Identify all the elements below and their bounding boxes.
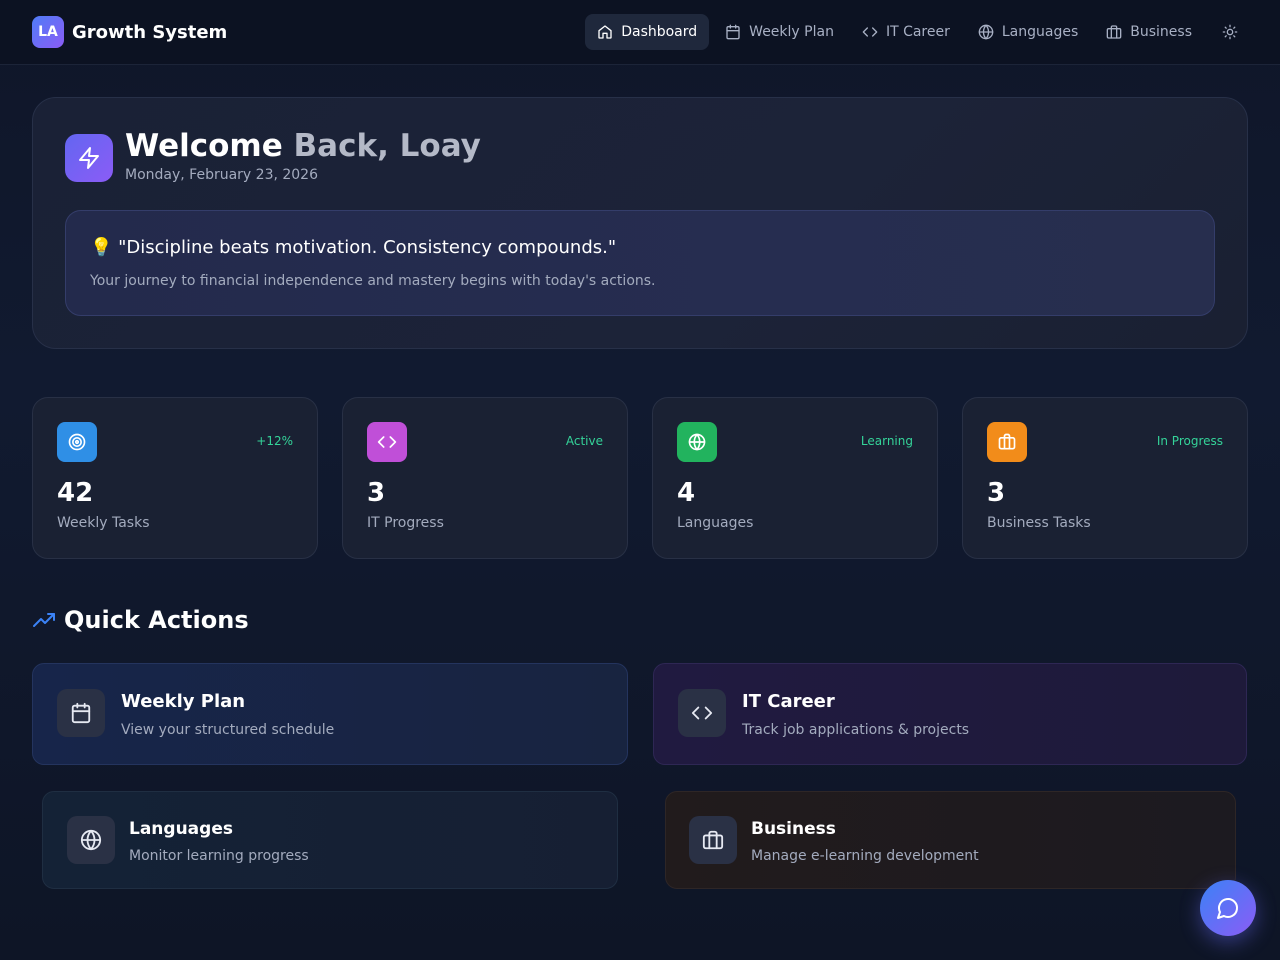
action-subtitle: Track job applications & projects: [742, 722, 970, 738]
chat-bubble-icon: [1217, 898, 1238, 919]
action-card-business[interactable]: Business Manage e-learning development: [665, 791, 1236, 889]
chat-button[interactable]: [1200, 880, 1256, 936]
stat-card-weekly-tasks[interactable]: +12% 42 Weekly Tasks: [32, 397, 318, 559]
quote-subtitle: Your journey to financial independence a…: [90, 273, 656, 289]
welcome-card: Welcome Back, Loay Monday, February 23, …: [32, 97, 1248, 349]
stat-card-business-tasks[interactable]: In Progress 3 Business Tasks: [962, 397, 1248, 559]
stat-card-it-progress[interactable]: Active 3 IT Progress: [342, 397, 628, 559]
nav-item-label: Dashboard: [621, 24, 698, 40]
theme-toggle-button[interactable]: [1212, 14, 1248, 50]
stat-badge: Learning: [860, 434, 913, 448]
quote-box: 💡 "Discipline beats motivation. Consiste…: [65, 210, 1215, 316]
nav-item-weekly-plan[interactable]: Weekly Plan: [713, 14, 846, 50]
action-icon-box: [67, 816, 115, 864]
hero-badge: [65, 134, 113, 182]
trending-up-icon: [33, 613, 55, 627]
lightning-icon: [79, 147, 99, 169]
stat-badge: Active: [565, 434, 603, 448]
page-title: Welcome Back, Loay: [125, 128, 481, 164]
action-title: IT Career: [742, 691, 835, 712]
home-icon: [598, 25, 612, 39]
globe-icon: [978, 24, 994, 40]
code-icon: [691, 706, 713, 720]
stat-label: Languages: [677, 515, 754, 531]
nav-item-dashboard[interactable]: Dashboard: [585, 14, 710, 50]
action-card-languages[interactable]: Languages Monitor learning progress: [42, 791, 618, 889]
title-user: Back, Loay: [293, 128, 481, 164]
brand[interactable]: LA Growth System: [32, 16, 227, 48]
action-icon-box: [689, 816, 737, 864]
action-title: Languages: [129, 819, 233, 839]
nav-items: Dashboard Weekly Plan IT Career Language…: [581, 14, 1248, 50]
action-title: Weekly Plan: [121, 691, 246, 712]
stat-card-languages[interactable]: Learning 4 Languages: [652, 397, 938, 559]
nav-item-languages[interactable]: Languages: [966, 14, 1090, 50]
target-icon: [68, 433, 86, 451]
nav-item-label: Business: [1130, 24, 1192, 40]
action-icon-box: [57, 689, 105, 737]
stat-icon-box: [57, 422, 97, 462]
action-title: Business: [751, 819, 836, 839]
briefcase-icon: [1106, 25, 1122, 39]
stat-value: 3: [367, 478, 386, 508]
action-card-weekly-plan[interactable]: Weekly Plan View your structured schedul…: [32, 663, 628, 765]
code-icon: [862, 27, 878, 37]
title-start: Welcome: [125, 128, 294, 164]
stat-icon-box: [677, 422, 717, 462]
nav-item-label: Languages: [1001, 24, 1079, 40]
stat-badge: +12%: [256, 434, 293, 448]
nav-item-label: Weekly Plan: [749, 24, 834, 40]
stat-label: Business Tasks: [987, 515, 1091, 531]
quick-actions-heading: Quick Actions: [32, 606, 249, 634]
globe-icon: [80, 829, 102, 851]
action-subtitle: Monitor learning progress: [129, 848, 309, 864]
stat-icon-box: [987, 422, 1027, 462]
stat-label: IT Progress: [367, 515, 444, 531]
stat-value: 42: [57, 478, 94, 508]
briefcase-icon: [998, 433, 1016, 450]
action-card-it-career[interactable]: IT Career Track job applications & proje…: [653, 663, 1247, 765]
section-title: Quick Actions: [64, 606, 249, 634]
calendar-icon: [71, 702, 91, 724]
action-subtitle: View your structured schedule: [121, 722, 335, 738]
current-date: Monday, February 23, 2026: [125, 167, 318, 183]
calendar-icon: [726, 24, 740, 40]
globe-icon: [688, 433, 706, 451]
brand-name: Growth System: [72, 21, 228, 43]
stat-value: 4: [677, 478, 696, 508]
stat-label: Weekly Tasks: [57, 515, 150, 531]
stat-icon-box: [367, 422, 407, 462]
action-icon-box: [678, 689, 726, 737]
stat-badge: In Progress: [1156, 434, 1223, 448]
nav-item-business[interactable]: Business: [1094, 14, 1204, 50]
stat-value: 3: [987, 478, 1006, 508]
sun-icon: [1222, 24, 1238, 40]
briefcase-icon: [702, 830, 724, 850]
brand-logo: LA: [32, 16, 64, 48]
top-navbar: LA Growth System Dashboard Weekly Plan I…: [0, 0, 1280, 65]
action-subtitle: Manage e-learning development: [751, 848, 979, 864]
nav-item-label: IT Career: [885, 24, 950, 40]
code-icon: [377, 436, 397, 448]
quote-text: 💡 "Discipline beats motivation. Consiste…: [90, 237, 617, 258]
nav-item-it-career[interactable]: IT Career: [850, 14, 962, 50]
